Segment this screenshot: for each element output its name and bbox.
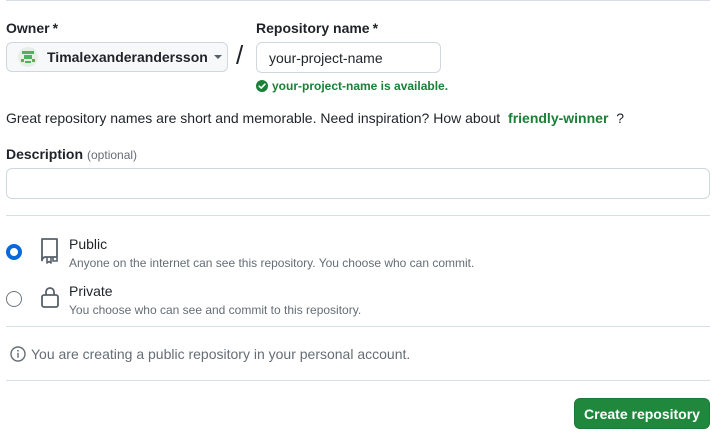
owner-avatar	[18, 47, 38, 67]
repository-required-mark: *	[372, 20, 379, 36]
repo-icon	[41, 238, 58, 264]
owner-select-button[interactable]: Timalexanderandersson	[6, 42, 228, 72]
name-hint: Great repository names are short and mem…	[6, 110, 624, 126]
owner-label-text: Owner	[6, 20, 50, 36]
owner-name: Timalexanderandersson	[47, 49, 208, 65]
public-repo-notice: You are creating a public repository in …	[10, 346, 410, 362]
visibility-option-public[interactable]: Public Anyone on the internet can see th…	[6, 236, 706, 280]
owner-repo-separator: /	[236, 40, 244, 70]
availability-message: your-project-name is available.	[256, 79, 448, 93]
private-radio[interactable]	[6, 291, 22, 307]
owner-required-mark: *	[52, 20, 59, 36]
description-label: Description (optional)	[6, 146, 137, 162]
public-radio[interactable]	[6, 244, 22, 260]
private-title: Private	[69, 283, 113, 299]
lock-icon	[41, 287, 59, 308]
visibility-option-private[interactable]: Private You choose who can see and commi…	[6, 283, 706, 327]
top-divider	[6, 0, 710, 1]
info-icon	[10, 346, 26, 362]
hint-text: Great repository names are short and mem…	[6, 110, 501, 126]
description-optional-tag: (optional)	[87, 148, 138, 162]
description-input[interactable]	[6, 168, 710, 199]
hint-end: ?	[616, 110, 625, 126]
private-description: You choose who can see and commit to thi…	[69, 303, 362, 317]
check-circle-icon	[256, 80, 268, 92]
caret-down-icon	[213, 55, 222, 59]
suggested-name-link[interactable]: friendly-winner	[508, 110, 608, 126]
repository-name-input[interactable]	[256, 42, 441, 73]
repository-name-label-text: Repository name	[256, 20, 370, 36]
section-divider	[6, 326, 710, 327]
section-divider	[6, 380, 710, 381]
notice-text: You are creating a public repository in …	[31, 346, 411, 362]
create-repository-button[interactable]: Create repository	[574, 398, 710, 429]
public-description: Anyone on the internet can see this repo…	[69, 256, 475, 270]
owner-label: Owner *	[6, 20, 58, 36]
availability-text: your-project-name is available.	[272, 79, 449, 93]
repository-name-label: Repository name *	[256, 20, 378, 36]
section-divider	[6, 215, 710, 216]
public-title: Public	[69, 236, 108, 252]
description-label-text: Description	[6, 146, 84, 162]
